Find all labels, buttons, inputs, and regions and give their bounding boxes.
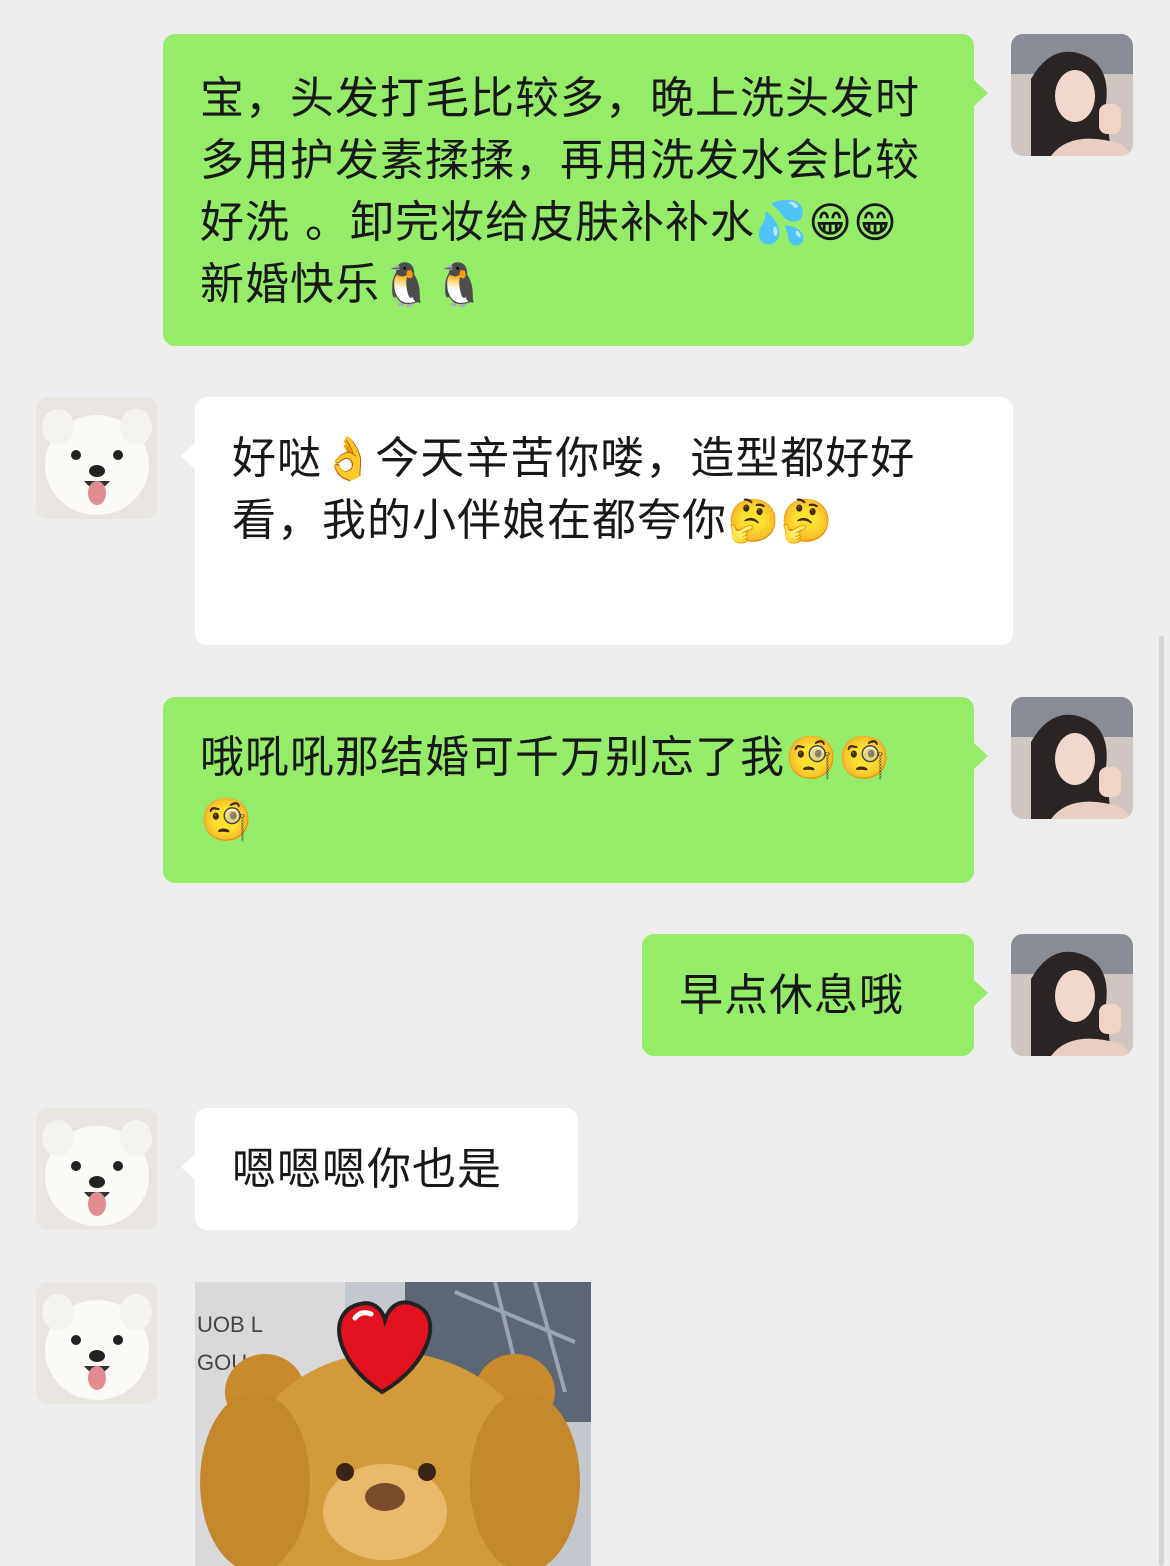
bubble-tail: [974, 743, 988, 769]
bubble-tail: [974, 80, 988, 106]
scrollbar[interactable]: [1159, 636, 1164, 1566]
message-row: 好哒👌今天辛苦你喽，造型都好好看，我的小伴娘在都夸你🤔🤔: [0, 397, 1170, 645]
emoji-icon: 😁: [853, 198, 898, 247]
contact-avatar[interactable]: [36, 1282, 158, 1404]
emoji-icon: 🤔: [727, 496, 781, 545]
message-text: 哦吼吼那结婚可千万别忘了我: [200, 732, 785, 783]
message-bubble[interactable]: 好哒👌今天辛苦你喽，造型都好好看，我的小伴娘在都夸你🤔🤔: [195, 397, 1013, 645]
message-bubble[interactable]: 嗯嗯嗯你也是: [195, 1108, 578, 1230]
message-row: 哦吼吼那结婚可千万别忘了我🧐🧐🧐: [0, 697, 1170, 883]
message-row: 宝，头发打毛比较多，晚上洗头发时多用护发素揉揉，再用洗发水会比较好洗 。卸完妆给…: [0, 34, 1170, 346]
my-avatar[interactable]: [1011, 34, 1133, 156]
emoji-icon: 🤔: [780, 496, 834, 545]
sign-text-1: UOB L: [197, 1312, 263, 1337]
contact-avatar[interactable]: [36, 1108, 158, 1230]
emoji-icon: 👌: [322, 434, 376, 483]
message-text: 嗯嗯嗯你也是: [232, 1144, 502, 1195]
message-text: 早点休息哦: [679, 970, 904, 1021]
message-bubble[interactable]: 哦吼吼那结婚可千万别忘了我🧐🧐🧐: [163, 697, 974, 883]
emoji-icon: 🐧: [433, 260, 487, 309]
message-row: 嗯嗯嗯你也是: [0, 1108, 1170, 1230]
message-bubble[interactable]: 宝，头发打毛比较多，晚上洗头发时多用护发素揉揉，再用洗发水会比较好洗 。卸完妆给…: [163, 34, 974, 346]
bubble-tail: [974, 980, 988, 1006]
message-row: 早点休息哦: [0, 934, 1170, 1056]
message-text: 新婚快乐: [200, 259, 380, 310]
emoji-icon: 🐧: [380, 260, 434, 309]
my-avatar[interactable]: [1011, 934, 1133, 1056]
emoji-icon: 🧐: [200, 795, 254, 844]
emoji-icon: 🧐: [838, 733, 892, 782]
teddy-bear-heart-sticker[interactable]: UOB L GOU: [195, 1282, 591, 1566]
message-bubble[interactable]: 早点休息哦: [642, 934, 974, 1056]
bubble-tail: [181, 443, 195, 469]
emoji-icon: 💦: [755, 198, 809, 247]
message-text: 好哒: [232, 433, 322, 484]
emoji-icon: 🧐: [785, 733, 839, 782]
contact-avatar[interactable]: [36, 397, 158, 519]
emoji-icon: 😁: [808, 198, 854, 247]
message-row: UOB L GOU: [0, 1282, 1170, 1566]
my-avatar[interactable]: [1011, 697, 1133, 819]
bubble-tail: [181, 1154, 195, 1180]
